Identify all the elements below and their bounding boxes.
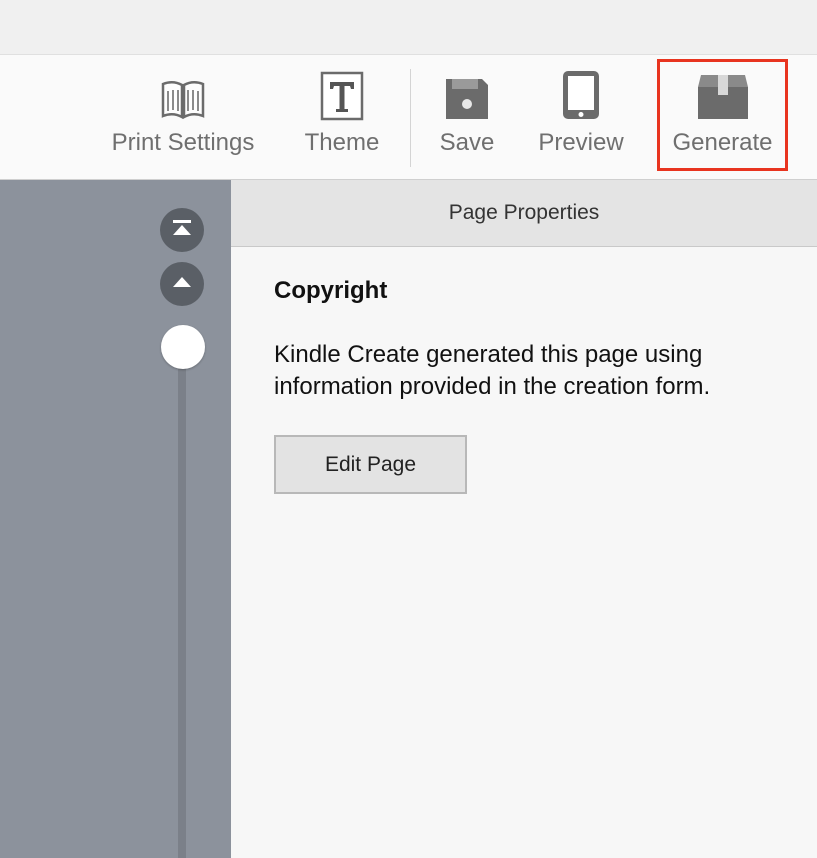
generate-button[interactable]: Generate	[660, 55, 785, 179]
book-icon	[160, 55, 206, 121]
toolbar-divider	[410, 69, 411, 167]
page-properties-panel: Copyright Kindle Create generated this p…	[231, 247, 817, 858]
theme-button[interactable]: Theme	[297, 55, 387, 179]
section-title: Copyright	[274, 277, 388, 304]
toolbar: Print Settings Theme Save Preview Genera…	[0, 55, 817, 180]
print-settings-label: Print Settings	[111, 129, 255, 156]
preview-button[interactable]: Preview	[529, 55, 633, 179]
save-label: Save	[439, 129, 495, 156]
tablet-icon	[561, 55, 601, 121]
print-settings-button[interactable]: Print Settings	[98, 55, 268, 179]
box-icon	[696, 55, 750, 121]
generate-label: Generate	[672, 129, 773, 156]
save-icon	[444, 55, 490, 121]
jump-to-top-icon	[171, 219, 193, 242]
preview-label: Preview	[538, 129, 624, 156]
window-titlebar	[0, 0, 817, 55]
theme-label: Theme	[304, 129, 380, 156]
page-slider-thumb[interactable]	[161, 325, 205, 369]
panel-header: Page Properties	[231, 180, 817, 247]
page-description: Kindle Create generated this page using …	[274, 341, 711, 400]
page-slider-track[interactable]	[178, 350, 186, 858]
page-navigator-sidebar	[0, 180, 231, 858]
page-up-button[interactable]	[160, 262, 204, 306]
theme-t-icon	[320, 55, 364, 121]
edit-page-button[interactable]: Edit Page	[274, 435, 467, 494]
page-up-icon	[172, 275, 192, 293]
jump-to-top-button[interactable]	[160, 208, 204, 252]
save-button[interactable]: Save	[425, 55, 509, 179]
